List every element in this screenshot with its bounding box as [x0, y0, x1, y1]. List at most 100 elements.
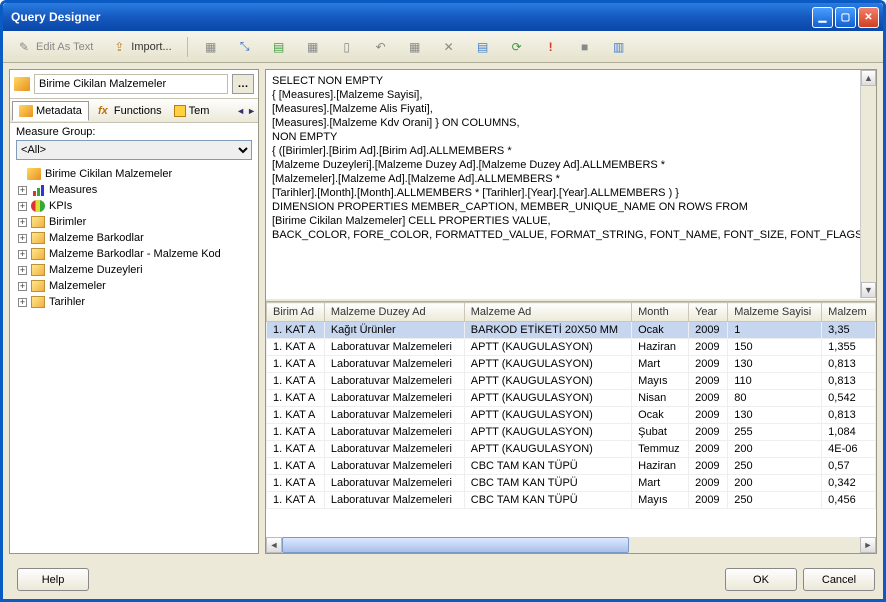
scroll-up-icon[interactable]: ▲ — [861, 70, 876, 86]
toolbar-icon[interactable]: ▦ — [196, 36, 226, 58]
ok-button[interactable]: OK — [725, 568, 797, 591]
table-cell: 2009 — [689, 373, 728, 390]
table-cell: 0,57 — [822, 458, 876, 475]
table-row[interactable]: 1. KAT ALaboratuvar MalzemeleriCBC TAM K… — [267, 492, 876, 509]
tree-expand-icon[interactable]: + — [18, 234, 27, 243]
run-button[interactable]: ! — [536, 36, 566, 58]
table-row[interactable]: 1. KAT AKağıt ÜrünlerBARKOD ETİKETİ 20X5… — [267, 322, 876, 339]
table-cell: 1,355 — [822, 339, 876, 356]
cube-browse-button[interactable]: … — [232, 74, 254, 94]
column-header[interactable]: Year — [689, 303, 728, 322]
dimension-icon — [31, 248, 45, 260]
tab-metadata[interactable]: Metadata — [12, 101, 89, 121]
toolbar-icon[interactable]: ■ — [570, 36, 600, 58]
tree-item[interactable]: +Malzeme Barkodlar — [14, 230, 254, 246]
table-cell: 150 — [728, 339, 822, 356]
column-header[interactable]: Month — [632, 303, 689, 322]
tree-expand-icon[interactable]: + — [18, 298, 27, 307]
table-cell: APTT (KAUGULASYON) — [464, 373, 631, 390]
toolbar-icon[interactable]: ▤ — [264, 36, 294, 58]
scroll-right-icon[interactable]: ► — [860, 537, 876, 553]
toolbar-icon[interactable]: ⤡ — [230, 36, 260, 58]
horizontal-scrollbar[interactable]: ◄ ► — [266, 537, 876, 553]
grid-icon: ▦ — [203, 39, 219, 55]
tree-expand-icon[interactable]: + — [18, 218, 27, 227]
tab-scroll-right[interactable]: ► — [247, 106, 256, 116]
tree-expand-icon[interactable]: + — [18, 202, 27, 211]
table-row[interactable]: 1. KAT ALaboratuvar MalzemeleriAPTT (KAU… — [267, 441, 876, 458]
tab-templates[interactable]: Tem — [168, 102, 216, 120]
scroll-down-icon[interactable]: ▼ — [861, 282, 876, 298]
toolbar-icon[interactable]: ▦ — [298, 36, 328, 58]
tree-root[interactable]: Birime Cikilan Malzemeler — [14, 166, 254, 182]
window-title: Query Designer — [11, 10, 812, 24]
table-cell: 1. KAT A — [267, 373, 325, 390]
column-header[interactable]: Malzem — [822, 303, 876, 322]
scroll-thumb[interactable] — [282, 537, 629, 553]
table-row[interactable]: 1. KAT ALaboratuvar MalzemeleriCBC TAM K… — [267, 475, 876, 492]
dimension-icon — [31, 280, 45, 292]
toolbar-icon[interactable]: ⟳ — [502, 36, 532, 58]
help-button[interactable]: Help — [17, 568, 89, 591]
toolbar-icon[interactable]: ✕ — [434, 36, 464, 58]
table-cell: CBC TAM KAN TÜPÜ — [464, 492, 631, 509]
metadata-tree[interactable]: Birime Cikilan Malzemeler +Measures+KPIs… — [10, 164, 258, 553]
minimize-button[interactable]: ▁ — [812, 7, 833, 28]
toolbar-icon[interactable]: ▤ — [468, 36, 498, 58]
column-header[interactable]: Birim Ad — [267, 303, 325, 322]
import-button[interactable]: ⇪ Import... — [104, 36, 178, 58]
tree-item-label: Birimler — [49, 216, 86, 228]
table-row[interactable]: 1. KAT ALaboratuvar MalzemeleriAPTT (KAU… — [267, 339, 876, 356]
scroll-left-icon[interactable]: ◄ — [266, 537, 282, 553]
tree-expand-icon[interactable]: + — [18, 186, 27, 195]
table-row[interactable]: 1. KAT ALaboratuvar MalzemeleriCBC TAM K… — [267, 458, 876, 475]
tree-item[interactable]: +Malzeme Barkodlar - Malzeme Kod — [14, 246, 254, 262]
cancel-button[interactable]: Cancel — [803, 568, 875, 591]
tree-expand-icon[interactable]: + — [18, 266, 27, 275]
tab-label: Tem — [189, 105, 210, 117]
table-cell: APTT (KAUGULASYON) — [464, 441, 631, 458]
tree-item[interactable]: + KPIs — [14, 198, 254, 214]
toolbar-icon[interactable]: ▯ — [332, 36, 362, 58]
column-header[interactable]: Malzeme Duzey Ad — [324, 303, 464, 322]
tab-scroll-left[interactable]: ◄ — [236, 106, 245, 116]
toolbar-icon[interactable]: ▦ — [400, 36, 430, 58]
mdx-line: { [Measures].[Malzeme Sayisi], — [272, 88, 870, 102]
tree-item-label: KPIs — [49, 200, 72, 212]
column-header[interactable]: Malzeme Sayisi — [728, 303, 822, 322]
table-cell: BARKOD ETİKETİ 20X50 MM — [464, 322, 631, 339]
vertical-scrollbar[interactable]: ▲ ▼ — [860, 70, 876, 298]
toolbar-icon[interactable]: ↶ — [366, 36, 396, 58]
measures-icon — [33, 185, 44, 196]
table-row[interactable]: 1. KAT ALaboratuvar MalzemeleriAPTT (KAU… — [267, 390, 876, 407]
table-cell: 250 — [728, 492, 822, 509]
tree-expand-icon[interactable]: + — [18, 282, 27, 291]
maximize-button[interactable]: ▢ — [835, 7, 856, 28]
tab-label: Functions — [114, 105, 162, 117]
tree-item[interactable]: +Malzemeler — [14, 278, 254, 294]
tree-item-label: Tarihler — [49, 296, 85, 308]
measure-group-select[interactable]: <All> — [16, 140, 252, 160]
edit-as-text-label: Edit As Text — [36, 41, 93, 53]
results-grid[interactable]: Birim AdMalzeme Duzey AdMalzeme AdMonthY… — [266, 302, 876, 537]
tree-expand-icon[interactable]: + — [18, 250, 27, 259]
tree-item[interactable]: +Measures — [14, 182, 254, 198]
table-cell: Laboratuvar Malzemeleri — [324, 407, 464, 424]
table-cell: 1 — [728, 322, 822, 339]
tree-item[interactable]: + Tarihler — [14, 294, 254, 310]
table-cell: Laboratuvar Malzemeleri — [324, 492, 464, 509]
column-header[interactable]: Malzeme Ad — [464, 303, 631, 322]
table-cell: 250 — [728, 458, 822, 475]
design-mode-button[interactable]: ▥ — [604, 36, 634, 58]
table-row[interactable]: 1. KAT ALaboratuvar MalzemeleriAPTT (KAU… — [267, 356, 876, 373]
table-row[interactable]: 1. KAT ALaboratuvar MalzemeleriAPTT (KAU… — [267, 373, 876, 390]
table-row[interactable]: 1. KAT ALaboratuvar MalzemeleriAPTT (KAU… — [267, 424, 876, 441]
table-row[interactable]: 1. KAT ALaboratuvar MalzemeleriAPTT (KAU… — [267, 407, 876, 424]
edit-as-text-button[interactable]: ✎ Edit As Text — [9, 36, 100, 58]
cube-select[interactable] — [34, 74, 228, 94]
close-button[interactable]: ✕ — [858, 7, 879, 28]
tab-functions[interactable]: fx Functions — [89, 100, 168, 122]
tree-item[interactable]: + Birimler — [14, 214, 254, 230]
tree-item[interactable]: +Malzeme Duzeyleri — [14, 262, 254, 278]
mdx-query-pane[interactable]: SELECT NON EMPTY{ [Measures].[Malzeme Sa… — [266, 70, 876, 298]
